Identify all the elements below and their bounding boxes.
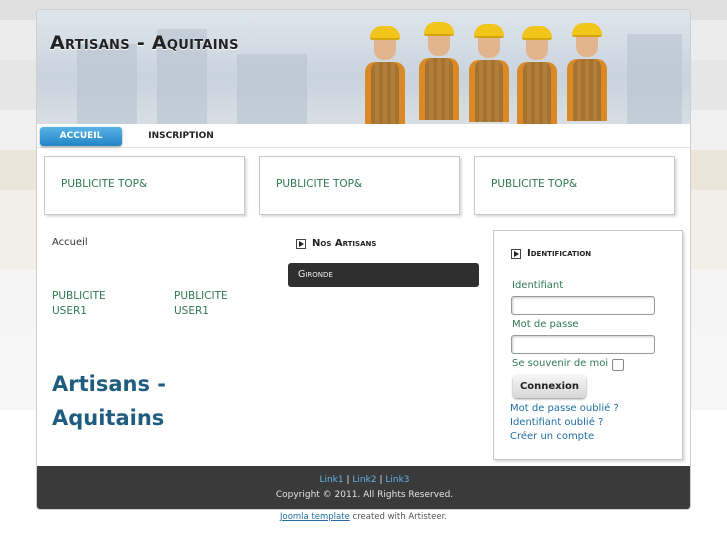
login-heading-text: Identification [527,248,592,259]
user-ad[interactable]: PUBLICITE USER1 [174,289,228,319]
menu-item-gironde[interactable]: Gironde [288,263,479,287]
worker-figure [517,26,557,124]
password-label: Mot de passe [512,319,579,330]
password-input[interactable] [511,335,655,354]
worker-figure [419,22,459,120]
top-ad-text[interactable]: PUBLICITE TOP& [491,178,577,190]
site-footer: Link1 | Link2 | Link3 Copyright © 2011. … [37,466,690,509]
site-title[interactable]: Artisans - Aquitains [50,32,239,54]
joomla-template-link[interactable]: Joomla template [280,512,350,522]
footer-separator: | [346,475,350,485]
header-background-building [237,54,307,124]
footer-separator: | [379,475,383,485]
user-ad-line: USER1 [174,305,209,317]
footer-copyright: Copyright © 2011. All Rights Reserved. [275,490,454,500]
login-button[interactable]: Connexion [513,375,586,398]
user-ad[interactable]: PUBLICITE USER1 [52,289,106,319]
page-title-line: Artisans - [52,372,166,396]
remember-checkbox[interactable] [612,359,624,371]
create-account-link[interactable]: Créer un compte [510,431,594,442]
main-nav: ACCUEIL INSCRIPTION [37,124,690,148]
nav-tab-inscription[interactable]: INSCRIPTION [141,127,221,146]
page-sheet: Artisans - Aquitains ACCUEIL INSCRIPTION… [36,9,691,510]
footer-link-2[interactable]: Link2 [352,475,376,485]
header-image-workers [357,22,617,124]
template-credit: Joomla template created with Artisteer. [0,512,727,522]
forgot-password-link[interactable]: Mot de passe oublié ? [510,403,619,414]
top-ad-text[interactable]: PUBLICITE TOP& [61,178,147,190]
arrow-right-icon [511,248,521,259]
user-ad-line: PUBLICITE [174,290,228,302]
remember-label: Se souvenir de moi [512,358,609,369]
top-ad-text[interactable]: PUBLICITE TOP& [276,178,362,190]
username-label: Identifiant [512,280,564,291]
arrow-right-icon [296,238,306,249]
footer-link-1[interactable]: Link1 [319,475,343,485]
top-ad-box: PUBLICITE TOP& [259,156,460,215]
worker-figure [567,23,607,121]
page-title-line: Aquitains [52,406,165,430]
header-background-building [627,34,682,124]
site-header: Artisans - Aquitains [37,10,690,124]
header-background-building [77,44,137,124]
user-ad-line: PUBLICITE [52,290,106,302]
user-ad-line: USER1 [52,305,87,317]
breadcrumb: Accueil [52,237,88,248]
page-title: Artisans - Aquitains [52,367,166,435]
username-input[interactable] [511,296,655,315]
footer-link-3[interactable]: Link3 [385,475,409,485]
forgot-username-link[interactable]: Identifiant oublié ? [510,417,603,428]
artisans-heading-text: Nos Artisans [312,238,377,249]
login-module: Identification Identifiant Mot de passe … [493,230,683,460]
top-ad-box: PUBLICITE TOP& [44,156,245,215]
login-heading: Identification [511,248,591,259]
worker-figure [365,26,405,124]
footer-links: Link1 | Link2 | Link3 [37,475,690,485]
credit-text: created with Artisteer. [349,512,447,522]
worker-figure [469,24,509,122]
nav-tab-accueil[interactable]: ACCUEIL [40,127,122,146]
artisans-block-heading: Nos Artisans [296,238,376,249]
top-ad-box: PUBLICITE TOP& [474,156,675,215]
